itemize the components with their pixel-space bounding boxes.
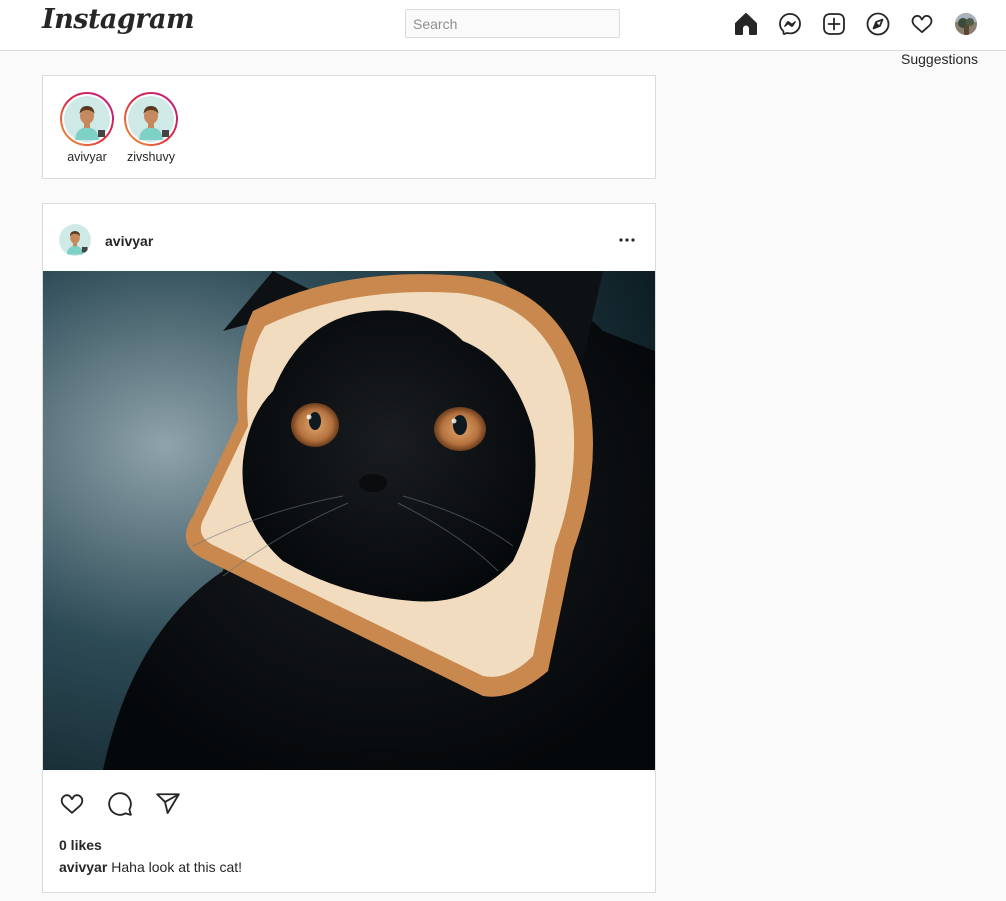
post-caption: avivyar Haha look at this cat! xyxy=(59,859,242,875)
explore-icon[interactable] xyxy=(866,12,890,36)
post-author-username[interactable]: avivyar xyxy=(105,233,153,249)
like-icon[interactable] xyxy=(59,791,85,817)
story-item-zivshuvy[interactable]: zivshuvy xyxy=(123,92,179,164)
default-avatar-icon xyxy=(128,96,174,142)
home-icon[interactable] xyxy=(734,12,758,36)
caption-text: Haha look at this cat! xyxy=(111,859,243,875)
suggestions-label: Suggestions xyxy=(901,51,979,67)
profile-avatar[interactable] xyxy=(955,13,977,35)
more-options-icon[interactable] xyxy=(615,228,639,252)
story-item-avivyar[interactable]: avivyar xyxy=(59,92,115,164)
likes-count[interactable]: 0 likes xyxy=(59,837,102,853)
caption-username[interactable]: avivyar xyxy=(59,859,107,875)
messenger-icon[interactable] xyxy=(778,12,802,36)
story-ring xyxy=(124,92,178,146)
feed-post: avivyar 0 likes avivyar Haha look at thi… xyxy=(42,203,656,893)
share-icon[interactable] xyxy=(155,791,181,817)
comment-icon[interactable] xyxy=(107,791,133,817)
activity-heart-icon[interactable] xyxy=(910,12,934,36)
search-input[interactable] xyxy=(405,9,620,38)
stories-tray: avivyar zivshuvy xyxy=(42,75,656,179)
post-photo[interactable] xyxy=(43,271,655,770)
story-username: avivyar xyxy=(67,150,107,164)
story-ring xyxy=(60,92,114,146)
instagram-logo[interactable]: Instagram xyxy=(42,4,195,35)
post-header: avivyar xyxy=(43,204,655,271)
default-avatar-icon xyxy=(64,96,110,142)
cat-in-bread-photo xyxy=(43,271,655,770)
new-post-icon[interactable] xyxy=(822,12,846,36)
story-username: zivshuvy xyxy=(127,150,175,164)
post-author-avatar[interactable] xyxy=(59,224,91,256)
top-navigation-bar: Instagram xyxy=(0,0,1006,51)
